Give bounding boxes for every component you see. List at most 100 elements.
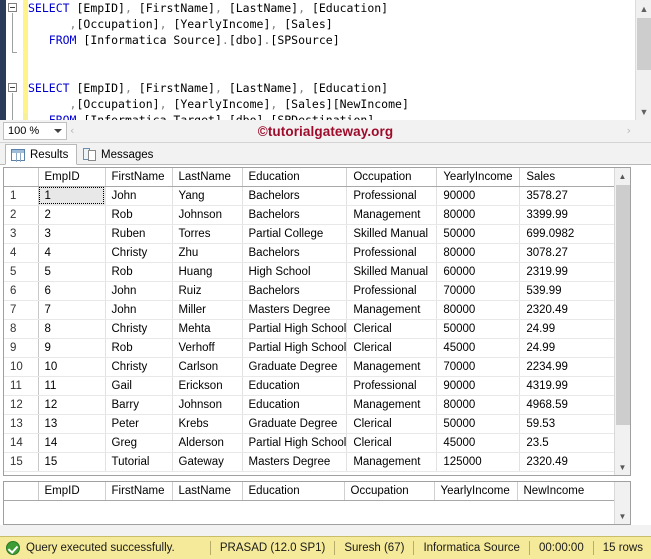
cell-occupation[interactable]: Professional <box>346 186 438 206</box>
row-number[interactable]: 14 <box>4 433 39 453</box>
cell-firstname[interactable]: Gail <box>105 376 173 396</box>
cell-firstname[interactable]: Tutorial <box>105 452 173 472</box>
result-set-1[interactable]: EmpID FirstName LastName Education Occupatio… <box>3 167 631 476</box>
cell-sales[interactable]: 2319.99 <box>519 262 618 282</box>
cell-firstname[interactable]: John <box>105 300 173 320</box>
cell-firstname[interactable]: Rob <box>105 205 173 225</box>
cell-lastname[interactable]: Erickson <box>172 376 243 396</box>
table-row[interactable]: 14 14 Greg Alderson Partial High School Cleri… <box>4 433 624 453</box>
table-row[interactable]: 1 1 John Yang Bachelors Professional 90000 3578… <box>4 186 624 206</box>
cell-sales[interactable]: 24.99 <box>519 319 618 339</box>
cell-yearlyincome[interactable]: 60000 <box>436 262 521 282</box>
cell-yearlyincome[interactable]: 80000 <box>436 205 521 225</box>
cell-lastname[interactable]: Yang <box>172 186 243 206</box>
table-row[interactable]: 7 7 John Miller Masters Degree Management 8000… <box>4 300 624 320</box>
cell-lastname[interactable]: Verhoff <box>172 338 243 358</box>
column-header-empid[interactable]: EmpID <box>38 168 106 187</box>
cell-occupation[interactable]: Clerical <box>346 433 438 453</box>
cell-empid[interactable]: 6 <box>38 281 106 301</box>
cell-lastname[interactable]: Alderson <box>172 433 243 453</box>
cell-sales[interactable]: 2320.49 <box>519 452 618 472</box>
cell-empid[interactable]: 3 <box>38 224 106 244</box>
cell-empid[interactable]: 9 <box>38 338 106 358</box>
column-header-yearlyincome[interactable]: YearlyIncome <box>434 482 518 501</box>
column-header-newincome[interactable]: NewIncome <box>517 482 615 501</box>
result-set-2[interactable]: EmpID FirstName LastName Education Occupatio… <box>3 481 631 525</box>
column-header-yearlyincome[interactable]: YearlyIncome <box>436 168 521 187</box>
row-number-header[interactable] <box>4 168 39 187</box>
column-header-empid[interactable]: EmpID <box>38 482 106 501</box>
cell-sales[interactable]: 699.0982 <box>519 224 618 244</box>
cell-education[interactable]: Graduate Degree <box>242 357 348 377</box>
row-number[interactable]: 10 <box>4 357 39 377</box>
cell-sales[interactable]: 3578.27 <box>519 186 618 206</box>
cell-education[interactable]: Graduate Degree <box>242 414 348 434</box>
row-number[interactable]: 9 <box>4 338 39 358</box>
editor-scroll-up-arrow[interactable]: ▲ <box>636 0 651 17</box>
cell-occupation[interactable]: Skilled Manual <box>346 224 438 244</box>
grid1-scroll-up-arrow[interactable]: ▲ <box>615 168 630 184</box>
row-number[interactable]: 7 <box>4 300 39 320</box>
cell-yearlyincome[interactable]: 70000 <box>436 281 521 301</box>
column-header-occupation[interactable]: Occupation <box>344 482 435 501</box>
row-number[interactable]: 4 <box>4 243 39 263</box>
table-row[interactable]: 10 10 Christy Carlson Graduate Degree Managem… <box>4 357 624 377</box>
cell-sales[interactable]: 2234.99 <box>519 357 618 377</box>
cell-yearlyincome[interactable]: 80000 <box>436 395 521 415</box>
cell-firstname[interactable]: Peter <box>105 414 173 434</box>
cell-occupation[interactable]: Clerical <box>346 414 438 434</box>
cell-lastname[interactable]: Gateway <box>172 452 243 472</box>
cell-education[interactable]: Bachelors <box>242 186 348 206</box>
cell-yearlyincome[interactable]: 80000 <box>436 243 521 263</box>
column-header-occupation[interactable]: Occupation <box>346 168 438 187</box>
cell-lastname[interactable]: Krebs <box>172 414 243 434</box>
collapse-toggle-icon-1[interactable] <box>8 3 17 12</box>
row-number[interactable]: 15 <box>4 452 39 472</box>
cell-education[interactable]: Education <box>242 395 348 415</box>
cell-yearlyincome[interactable]: 70000 <box>436 357 521 377</box>
cell-empid[interactable]: 1 <box>38 186 106 206</box>
cell-education[interactable]: Partial High School <box>242 338 348 358</box>
editor-scrollbar-thumb[interactable] <box>637 18 651 70</box>
horizontal-scroll-left-arrow[interactable]: ‹ <box>70 124 74 137</box>
table-row[interactable]: 5 5 Rob Huang High School Skilled Manual 60000… <box>4 262 624 282</box>
cell-occupation[interactable]: Professional <box>346 243 438 263</box>
row-number[interactable]: 8 <box>4 319 39 339</box>
chevron-down-icon[interactable] <box>54 129 62 133</box>
cell-lastname[interactable]: Johnson <box>172 395 243 415</box>
cell-yearlyincome[interactable]: 90000 <box>436 376 521 396</box>
cell-education[interactable]: Partial College <box>242 224 348 244</box>
cell-firstname[interactable]: Rob <box>105 338 173 358</box>
result-table-2[interactable]: EmpID FirstName LastName Education Occupatio… <box>4 482 621 501</box>
tab-messages[interactable]: Messages <box>78 144 161 165</box>
table-row[interactable]: 3 3 Ruben Torres Partial College Skilled Manu… <box>4 224 624 244</box>
cell-empid[interactable]: 15 <box>38 452 106 472</box>
cell-firstname[interactable]: Barry <box>105 395 173 415</box>
table-row[interactable]: 2 2 Rob Johnson Bachelors Management 80000 3399… <box>4 205 624 225</box>
cell-occupation[interactable]: Clerical <box>346 319 438 339</box>
table-row[interactable]: 4 4 Christy Zhu Bachelors Professional 80000 30… <box>4 243 624 263</box>
cell-sales[interactable]: 2320.49 <box>519 300 618 320</box>
row-number-header[interactable] <box>4 482 39 501</box>
cell-empid[interactable]: 11 <box>38 376 106 396</box>
cell-sales[interactable]: 539.99 <box>519 281 618 301</box>
editor-indicator-margin[interactable] <box>6 0 23 120</box>
cell-occupation[interactable]: Management <box>346 452 438 472</box>
cell-empid[interactable]: 13 <box>38 414 106 434</box>
row-number[interactable]: 2 <box>4 205 39 225</box>
cell-occupation[interactable]: Management <box>346 395 438 415</box>
cell-empid[interactable]: 4 <box>38 243 106 263</box>
column-header-firstname[interactable]: FirstName <box>105 482 173 501</box>
cell-yearlyincome[interactable]: 45000 <box>436 433 521 453</box>
cell-empid[interactable]: 5 <box>38 262 106 282</box>
cell-yearlyincome[interactable]: 50000 <box>436 224 521 244</box>
cell-sales[interactable]: 24.99 <box>519 338 618 358</box>
cell-occupation[interactable]: Management <box>346 205 438 225</box>
editor-scroll-down-arrow[interactable]: ▼ <box>636 103 651 120</box>
column-header-education[interactable]: Education <box>242 168 348 187</box>
grid2-scroll-down-arrow[interactable]: ▼ <box>615 508 630 524</box>
cell-education[interactable]: Bachelors <box>242 281 348 301</box>
cell-education[interactable]: Education <box>242 376 348 396</box>
cell-firstname[interactable]: Rob <box>105 262 173 282</box>
cell-sales[interactable]: 3078.27 <box>519 243 618 263</box>
